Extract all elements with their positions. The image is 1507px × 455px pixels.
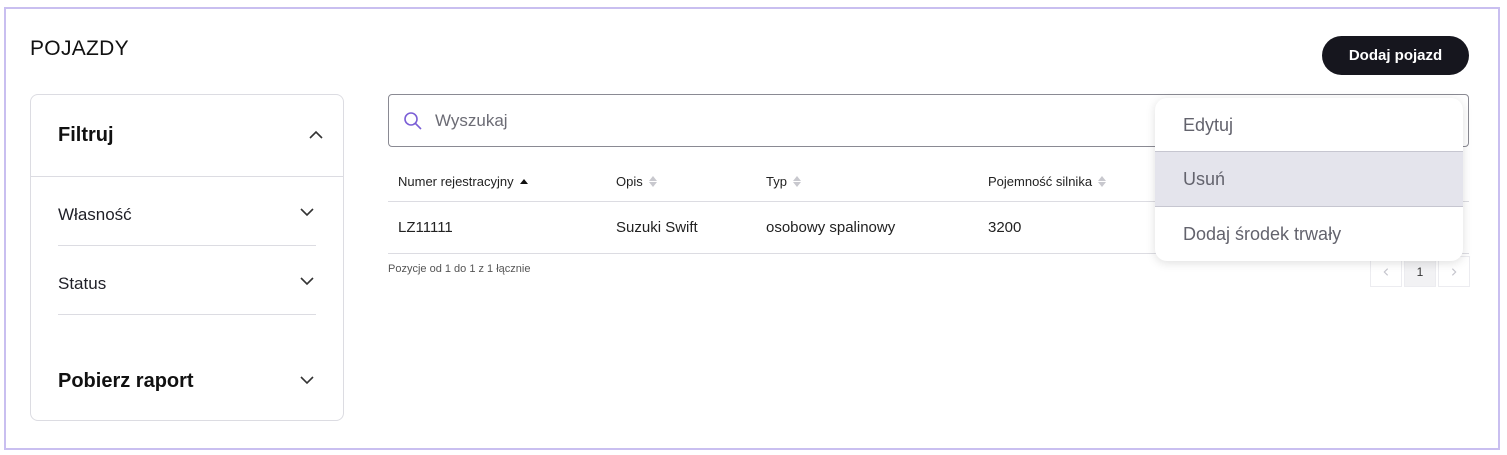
column-header-label: Numer rejestracyjny	[398, 174, 514, 189]
cell-engine-capacity: 3200	[988, 219, 1022, 236]
column-header-label: Typ	[766, 174, 787, 189]
menu-item-delete[interactable]: Usuń	[1155, 151, 1463, 207]
chevron-down-icon	[298, 203, 316, 221]
search-input[interactable]	[435, 107, 1135, 135]
column-header-label: Pojemność silnika	[988, 174, 1093, 189]
cell-type: osobowy spalinowy	[766, 219, 896, 236]
chevron-down-icon	[298, 272, 316, 290]
chevron-up-icon[interactable]	[307, 126, 325, 144]
filter-panel: Filtruj Własność Status Pobierz raport	[30, 94, 344, 421]
sort-ascending-icon	[519, 179, 528, 184]
column-header-engine-capacity[interactable]: Pojemność silnika	[988, 174, 1107, 189]
filter-section-label: Status	[58, 274, 107, 293]
page-title: POJAZDY	[30, 37, 129, 60]
sort-icon	[648, 176, 657, 187]
menu-item-edit[interactable]: Edytuj	[1155, 98, 1463, 152]
cell-description: Suzuki Swift	[616, 219, 698, 236]
download-report-section[interactable]: Pobierz raport	[58, 365, 316, 405]
column-header-registration[interactable]: Numer rejestracyjny	[398, 174, 528, 189]
column-header-description[interactable]: Opis	[616, 174, 657, 189]
filter-section-label: Własność	[58, 205, 132, 224]
column-header-label: Opis	[616, 174, 643, 189]
sort-icon	[792, 176, 801, 187]
chevron-down-icon	[298, 371, 316, 389]
filter-section-ownership[interactable]: Własność	[58, 177, 316, 246]
filter-title: Filtruj	[58, 124, 114, 146]
row-actions-menu: Edytuj Usuń Dodaj środek trwały	[1155, 98, 1463, 261]
filter-section-status[interactable]: Status	[58, 246, 316, 315]
download-report-label: Pobierz raport	[58, 370, 194, 392]
filter-header[interactable]: Filtruj	[31, 95, 343, 177]
add-vehicle-button[interactable]: Dodaj pojazd	[1322, 36, 1469, 75]
pagination-info: Pozycje od 1 do 1 z 1 łącznie	[388, 263, 531, 275]
menu-item-add-fixed-asset[interactable]: Dodaj środek trwały	[1155, 207, 1463, 261]
column-header-type[interactable]: Typ	[766, 174, 801, 189]
cell-registration: LZ11111	[398, 219, 453, 236]
search-icon	[403, 111, 423, 131]
sort-icon	[1098, 176, 1107, 187]
